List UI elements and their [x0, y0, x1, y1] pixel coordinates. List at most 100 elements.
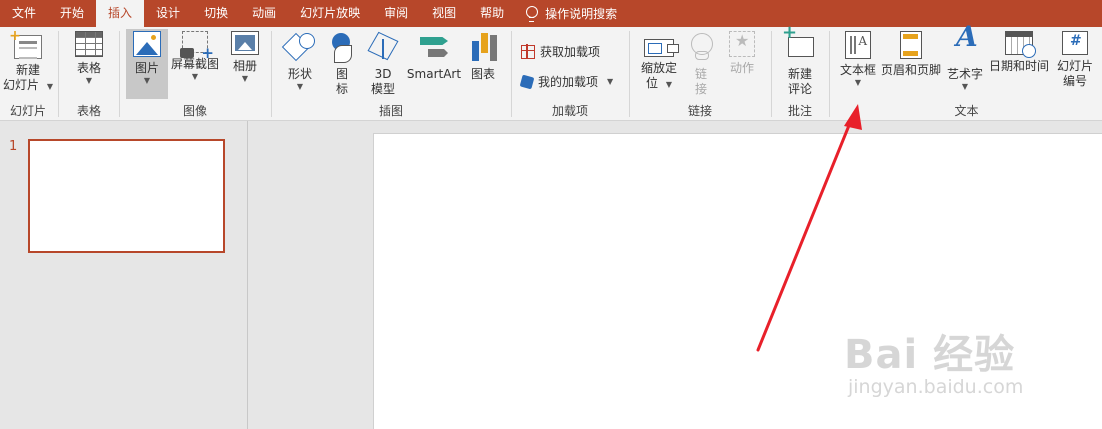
group-links: 缩放定 位 ▼ 链 接 动作 链接 [631, 27, 769, 121]
tab-file[interactable]: 文件 [0, 0, 48, 27]
new-slide-button[interactable]: + 新建 幻灯片 ▼ [3, 29, 53, 94]
lightbulb-icon [526, 6, 539, 22]
tab-home[interactable]: 开始 [48, 0, 96, 27]
group-illustrations: 形状 ▼ 图 标 3D 模型 SmartArt 图表 插图 [273, 27, 509, 121]
my-addins-button[interactable]: 我的加载项 ▼ [519, 73, 613, 90]
slide-thumbnail[interactable] [28, 139, 225, 253]
group-label-links: 链接 [687, 104, 712, 118]
new-comment-button[interactable]: 新建 评论 [779, 25, 821, 97]
date-time-label: 日期和时间 [988, 59, 1049, 73]
shapes-label: 形状 [287, 67, 312, 81]
slide-thumbnail-pane: 1 [0, 121, 247, 429]
smartart-button[interactable]: SmartArt [404, 31, 464, 82]
new-comment-label-2: 评论 [787, 82, 812, 96]
slide-number-icon [1062, 31, 1088, 55]
group-divider [771, 31, 772, 117]
get-addins-button[interactable]: 获取加载项 [520, 43, 601, 60]
icons-button[interactable]: 图 标 [325, 31, 359, 97]
zoom-label-text: 位 [646, 76, 659, 90]
group-comments: 新建 评论 批注 [773, 25, 827, 121]
group-label-images: 图像 [182, 104, 207, 118]
store-icon [520, 44, 535, 59]
group-tables: 表格 ▼ 表格 [60, 27, 118, 121]
picture-button[interactable]: 图片 ▼ [126, 29, 168, 99]
smartart-label: SmartArt [406, 67, 462, 81]
tab-animations[interactable]: 动画 [240, 0, 288, 27]
textbox-button[interactable]: 文本框 ▼ [837, 31, 879, 88]
group-label-addins: 加载项 [551, 104, 588, 118]
comment-icon [782, 25, 816, 63]
chart-label: 图表 [470, 67, 495, 81]
slide-number-button[interactable]: 幻灯片 编号 [1053, 31, 1097, 89]
group-label-slides: 幻灯片 [9, 104, 46, 118]
chart-button[interactable]: 图表 [465, 31, 501, 82]
chevron-down-icon: ▼ [961, 82, 969, 91]
group-divider [58, 31, 59, 117]
tab-slideshow[interactable]: 幻灯片放映 [288, 0, 372, 27]
slide-number-label-1: 幻灯片 [1056, 59, 1093, 73]
photo-album-button[interactable]: 相册 ▼ [225, 31, 265, 84]
tab-help[interactable]: 帮助 [468, 0, 516, 27]
shapes-button[interactable]: 形状 ▼ [281, 31, 319, 92]
baidu-watermark: Bai 经验 jingyan.baidu.com [840, 318, 1060, 408]
group-label-tables: 表格 [76, 104, 101, 118]
ribbon-tab-bar: 文件 开始 插入 设计 切换 动画 幻灯片放映 审阅 视图 帮助 操作说明搜索 [0, 0, 1102, 27]
group-label-illustrations: 插图 [378, 104, 403, 118]
tell-me-label: 操作说明搜索 [545, 7, 618, 21]
get-addins-label: 获取加载项 [540, 45, 601, 59]
watermark-logo: Bai 经验 [844, 332, 1016, 378]
header-footer-button[interactable]: 页眉和页脚 [879, 31, 943, 78]
group-divider [271, 31, 272, 117]
chevron-down-icon: ▼ [46, 82, 53, 91]
group-label-comments: 批注 [787, 104, 812, 118]
cube-icon [367, 31, 399, 63]
zoom-icon [644, 39, 679, 57]
group-divider [119, 31, 120, 117]
3d-models-button[interactable]: 3D 模型 [365, 31, 401, 97]
new-slide-icon: + [9, 29, 42, 59]
table-icon [75, 31, 103, 57]
new-slide-label-2: 幻灯片 ▼ [3, 78, 53, 94]
chevron-down-icon: ▼ [665, 80, 672, 89]
new-slide-label-text: 幻灯片 [3, 78, 40, 92]
table-button[interactable]: 表格 ▼ [69, 31, 109, 86]
date-time-button[interactable]: 日期和时间 [987, 31, 1051, 74]
photo-album-icon [231, 31, 259, 55]
icons-icon [326, 31, 358, 63]
tab-review[interactable]: 审阅 [372, 0, 420, 27]
textbox-icon [845, 31, 871, 59]
group-images: 图片 ▼ 屏幕截图 ▼ 相册 ▼ 图像 [121, 27, 269, 121]
tab-design[interactable]: 设计 [144, 0, 192, 27]
new-comment-label-1: 新建 [787, 67, 812, 81]
group-divider [629, 31, 630, 117]
chart-icon [467, 31, 499, 63]
picture-icon [133, 31, 161, 57]
photo-album-label: 相册 [232, 59, 257, 73]
table-label: 表格 [76, 61, 101, 75]
tab-view[interactable]: 视图 [420, 0, 468, 27]
zoom-button[interactable]: 缩放定 位 ▼ [635, 31, 683, 92]
link-button[interactable]: 链 接 [685, 31, 717, 97]
wordart-button[interactable]: 艺术字 ▼ [945, 29, 985, 92]
zoom-label-2: 位 ▼ [635, 76, 683, 92]
tab-insert[interactable]: 插入 [96, 0, 145, 27]
watermark-url: jingyan.baidu.com [848, 376, 1024, 398]
star-icon [729, 31, 755, 57]
tell-me-search[interactable]: 操作说明搜索 [526, 5, 617, 22]
action-button[interactable]: 动作 [723, 31, 761, 76]
ribbon-insert: + 新建 幻灯片 ▼ 幻灯片 表格 ▼ 表格 图片 ▼ 屏幕截图 ▼ 相册 [0, 25, 1102, 121]
my-addins-icon [519, 74, 535, 89]
screenshot-button[interactable]: 屏幕截图 ▼ [169, 31, 221, 82]
smartart-icon [418, 31, 450, 63]
shapes-icon [284, 31, 316, 63]
my-addins-label: 我的加载项 [538, 75, 599, 89]
link-label-1: 链 [694, 67, 707, 81]
chevron-down-icon: ▼ [296, 82, 304, 91]
calendar-icon [1005, 31, 1036, 58]
header-footer-label: 页眉和页脚 [880, 63, 941, 77]
header-footer-icon [900, 31, 922, 59]
link-icon [685, 31, 717, 63]
textbox-label: 文本框 [839, 63, 876, 77]
tab-transitions[interactable]: 切换 [192, 0, 240, 27]
chevron-down-icon: ▼ [191, 72, 199, 81]
